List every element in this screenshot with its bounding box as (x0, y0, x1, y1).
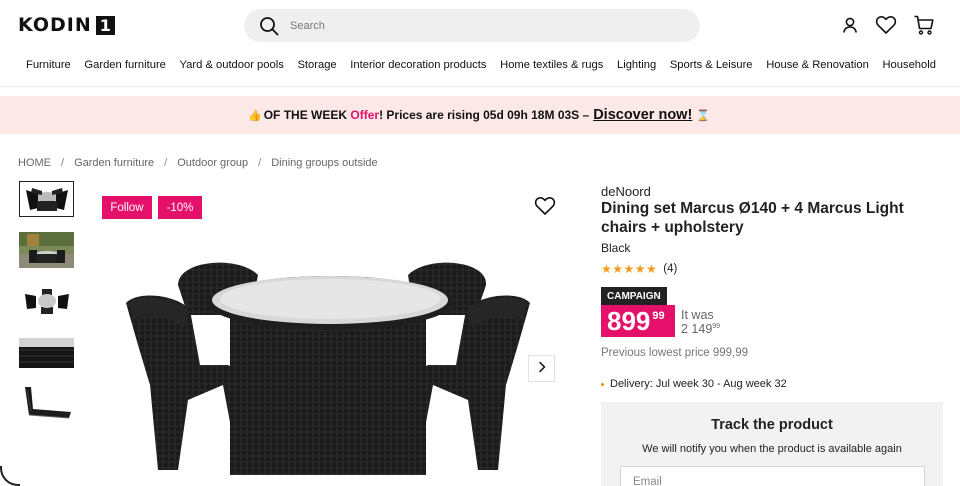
thumbs-up-icon: 👍 (248, 109, 262, 122)
user-icon[interactable] (838, 13, 862, 37)
site-logo[interactable]: KODIN 1 (18, 15, 115, 35)
was-price-main: 2 149 (681, 322, 713, 336)
header-divider (0, 86, 960, 87)
was-price-label: It was (681, 308, 714, 322)
rating-stars-icon: ★★★★★ (601, 262, 658, 276)
product-title: Dining set Marcus Ø140 + 4 Marcus Light … (601, 200, 904, 236)
heart-icon[interactable] (874, 13, 898, 37)
track-subtitle: We will notify you when the product is a… (642, 443, 902, 455)
current-price: 899 99 (601, 305, 675, 337)
cart-icon[interactable] (912, 13, 936, 37)
product-color: Black (601, 241, 631, 255)
thumbnail-3[interactable] (19, 283, 74, 319)
was-price-cents: 99 (712, 322, 721, 330)
track-title: Track the product (711, 417, 833, 433)
previous-lowest-price: Previous lowest price 999,99 (601, 347, 749, 359)
thumbnail-1[interactable] (19, 181, 74, 217)
breadcrumb-home[interactable]: HOME (18, 157, 51, 169)
wishlist-heart-icon[interactable] (533, 194, 557, 218)
thumbnail-2[interactable] (19, 232, 74, 268)
nav-item-home-textiles[interactable]: Home textiles & rugs (500, 57, 603, 75)
nav-item-interior-decoration[interactable]: Interior decoration products (350, 57, 486, 75)
search-input[interactable] (290, 19, 670, 32)
discount-badge: -10% (158, 196, 202, 219)
was-price: 2 14999 (681, 322, 720, 336)
nav-item-house-renovation[interactable]: House & Renovation (766, 57, 869, 75)
main-nav: Furniture Garden furniture Yard & outdoo… (0, 57, 960, 75)
track-product-panel: Track the product We will notify you whe… (601, 402, 943, 486)
delivery-info: Delivery: Jul week 30 - Aug week 32 (601, 378, 787, 390)
chevron-right-icon (537, 361, 547, 376)
window-corner (0, 466, 20, 486)
nav-item-garden-furniture[interactable]: Garden furniture (84, 57, 165, 75)
thumbnail-list (19, 181, 74, 436)
search-bar[interactable] (244, 9, 700, 42)
delivery-text: Delivery: Jul week 30 - Aug week 32 (610, 378, 787, 390)
breadcrumb-outdoor-group[interactable]: Outdoor group (177, 157, 248, 169)
logo-number: 1 (95, 15, 115, 35)
price-main: 899 (607, 306, 651, 336)
logo-text: KODIN (18, 14, 92, 36)
breadcrumb-separator: / (258, 157, 262, 169)
nav-item-yard-outdoor-pools[interactable]: Yard & outdoor pools (180, 57, 284, 75)
delivery-status-dot-icon (601, 382, 604, 386)
nav-item-lighting[interactable]: Lighting (617, 57, 656, 75)
breadcrumb-separator: / (61, 157, 65, 169)
next-image-button[interactable] (528, 355, 555, 382)
nav-item-furniture[interactable]: Furniture (26, 57, 71, 75)
nav-item-household[interactable]: Household (882, 57, 936, 75)
campaign-badge: CAMPAIGN (601, 287, 667, 305)
email-field[interactable] (620, 466, 925, 486)
thumbnail-5[interactable] (19, 385, 74, 421)
promo-banner: 👍 OF THE WEEK Offer ! Prices are rising … (0, 96, 960, 134)
breadcrumb: HOME / Garden furniture / Outdoor group … (18, 157, 378, 169)
nav-item-storage[interactable]: Storage (297, 57, 336, 75)
thumbnail-4[interactable] (19, 334, 74, 370)
search-icon[interactable] (258, 15, 280, 37)
hourglass-icon: ⌛ (696, 109, 710, 122)
breadcrumb-dining-groups[interactable]: Dining groups outside (271, 157, 377, 169)
follow-button[interactable]: Follow (102, 196, 152, 219)
review-count: (4) (663, 263, 678, 275)
banner-countdown: ! Prices are rising 05d 09h 18M 03S – (379, 108, 590, 122)
price-cents: 99 (652, 310, 665, 322)
breadcrumb-garden-furniture[interactable]: Garden furniture (74, 157, 154, 169)
product-rating[interactable]: ★★★★★ (4) (601, 262, 677, 276)
nav-item-sports-leisure[interactable]: Sports & Leisure (670, 57, 753, 75)
breadcrumb-separator: / (164, 157, 168, 169)
discover-now-link[interactable]: Discover now! (593, 107, 692, 123)
banner-offer: Offer (350, 108, 380, 122)
site-header: KODIN 1 (0, 0, 960, 50)
product-main-image[interactable] (118, 255, 538, 486)
product-brand[interactable]: deNoord (601, 184, 651, 199)
banner-prefix: OF THE WEEK (263, 108, 348, 122)
